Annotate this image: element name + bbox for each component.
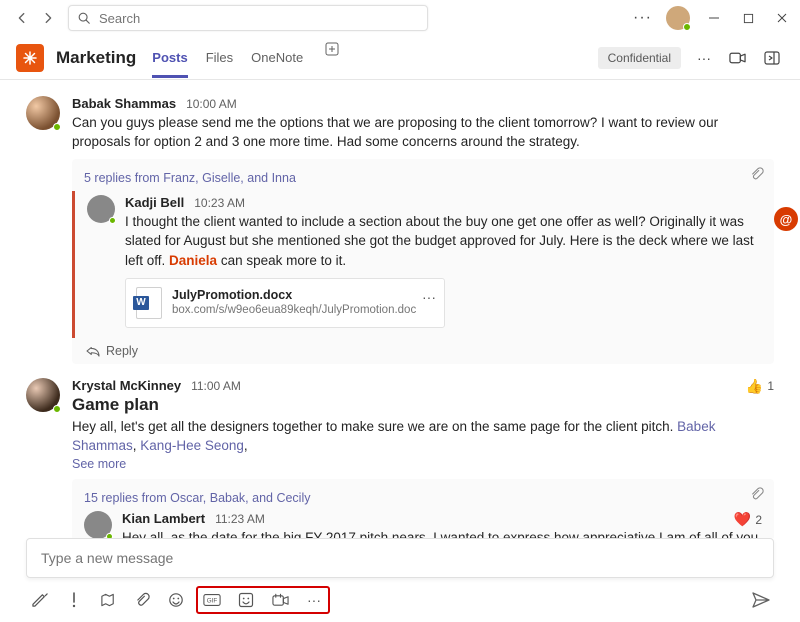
post-text: Hey all, let's get all the designers tog…	[72, 417, 774, 455]
reply-author: Kian Lambert	[122, 511, 205, 526]
reply-time: 11:23 AM	[215, 512, 265, 526]
overflow-menu-button[interactable]: ···	[633, 9, 652, 27]
schedule-meeting-button[interactable]	[270, 590, 290, 610]
reaction-summary[interactable]: 👍 1	[746, 378, 774, 395]
avatar[interactable]	[84, 511, 112, 538]
reply-button[interactable]: Reply	[84, 338, 762, 360]
thread-replies: 5 replies from Franz, Giselle, and Inna …	[72, 159, 774, 363]
tab-files[interactable]: Files	[206, 38, 233, 78]
post-time: 11:00 AM	[191, 379, 241, 393]
add-tab-button[interactable]	[321, 38, 343, 78]
window-maximize-button[interactable]	[738, 8, 758, 28]
priority-button[interactable]	[64, 590, 84, 610]
conversation-pane[interactable]: Babak Shammas 10:00 AM Can you guys plea…	[0, 80, 800, 538]
channel-header: Marketing Posts Files OneNote Confidenti…	[0, 36, 800, 80]
current-user-avatar[interactable]	[666, 6, 690, 30]
title-bar: ···	[0, 0, 800, 36]
window-close-button[interactable]	[772, 8, 792, 28]
mention[interactable]: Daniela	[169, 253, 217, 268]
send-button[interactable]	[752, 592, 770, 608]
nav-back-button[interactable]	[10, 6, 34, 30]
avatar[interactable]	[26, 96, 60, 130]
window-minimize-button[interactable]	[704, 8, 724, 28]
presence-available-icon	[53, 405, 61, 413]
post-author: Babak Shammas	[72, 96, 176, 111]
attachment-icon	[750, 487, 764, 501]
format-button[interactable]	[30, 590, 50, 610]
channel-name: Marketing	[56, 48, 136, 68]
mention[interactable]: Kang-Hee Seong	[140, 438, 244, 453]
mention-indicator-icon: @	[774, 207, 798, 231]
file-more-button[interactable]: ···	[422, 289, 436, 305]
post-author: Krystal McKinney	[72, 378, 181, 393]
search-icon	[77, 11, 91, 25]
reply-author: Kadji Bell	[125, 195, 184, 210]
reply-text: Hey all, as the date for the big FY 2017…	[122, 528, 762, 538]
word-doc-icon	[136, 287, 162, 319]
file-attachment[interactable]: JulyPromotion.docx box.com/s/w9eo6eua89k…	[125, 278, 445, 328]
presence-available-icon	[106, 533, 113, 538]
post: Babak Shammas 10:00 AM Can you guys plea…	[26, 96, 774, 364]
thread-summary-link[interactable]: 15 replies from Oscar, Babak, and Cecily	[84, 487, 762, 511]
reaction-count: 2	[755, 513, 762, 527]
file-path: box.com/s/w9eo6eua89keqh/JulyPromotion.d…	[172, 303, 416, 318]
thumbs-up-icon: 👍	[746, 378, 763, 395]
post-time: 10:00 AM	[186, 97, 237, 111]
avatar[interactable]	[87, 195, 115, 223]
sticker-button[interactable]	[236, 590, 256, 610]
approvals-button[interactable]	[98, 590, 118, 610]
compose-input[interactable]	[39, 549, 761, 567]
tab-onenote[interactable]: OneNote	[251, 38, 303, 78]
sensitivity-badge[interactable]: Confidential	[598, 47, 681, 69]
post-title: Game plan	[72, 395, 774, 415]
svg-text:GIF: GIF	[207, 598, 218, 605]
giphy-button[interactable]: GIF	[202, 590, 222, 610]
see-more-link[interactable]: See more	[72, 457, 126, 471]
post-text: Can you guys please send me the options …	[72, 113, 774, 151]
reaction-count: 1	[767, 379, 774, 393]
thread-replies: 15 replies from Oscar, Babak, and Cecily…	[72, 479, 774, 538]
highlighted-extensions: GIF ···	[196, 586, 330, 614]
search-input[interactable]	[97, 10, 419, 27]
compose-box[interactable]	[26, 538, 774, 578]
compose-area: GIF ···	[0, 538, 800, 622]
attachment-icon	[750, 167, 764, 181]
presence-available-icon	[53, 123, 61, 131]
reply-text: I thought the client wanted to include a…	[125, 212, 762, 269]
post: 👍 1 Krystal McKinney 11:00 AM Game plan …	[26, 378, 774, 538]
meet-now-button[interactable]	[725, 47, 750, 69]
tab-posts[interactable]: Posts	[152, 38, 187, 78]
search-box[interactable]	[68, 5, 428, 31]
reply-time: 10:23 AM	[194, 196, 245, 210]
attach-button[interactable]	[132, 590, 152, 610]
team-tile-icon	[16, 44, 44, 72]
more-extensions-button[interactable]: ···	[304, 590, 324, 610]
heart-icon: ❤️	[734, 511, 751, 528]
file-name: JulyPromotion.docx	[172, 287, 416, 303]
channel-more-button[interactable]: ···	[693, 46, 715, 70]
presence-available-icon	[109, 217, 116, 224]
reaction-summary[interactable]: ❤️ 2	[734, 511, 762, 528]
nav-forward-button[interactable]	[36, 6, 60, 30]
channel-tabs: Posts Files OneNote	[152, 38, 343, 78]
compose-toolbar: GIF ···	[26, 584, 774, 616]
presence-available-icon	[683, 23, 691, 31]
avatar[interactable]	[26, 378, 60, 412]
thread-summary-link[interactable]: 5 replies from Franz, Giselle, and Inna	[84, 167, 762, 191]
emoji-button[interactable]	[166, 590, 186, 610]
open-pane-button[interactable]	[760, 47, 784, 69]
